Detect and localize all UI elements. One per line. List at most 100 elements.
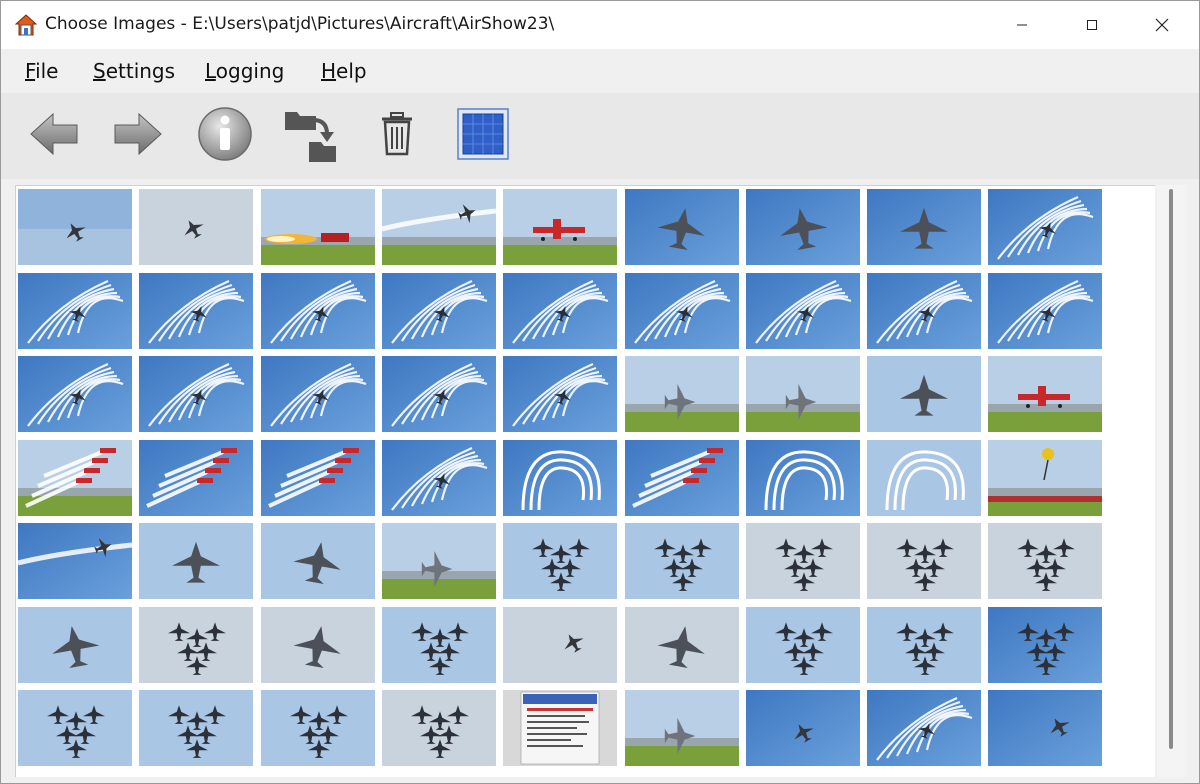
thumbnail-r5-c0[interactable]: [18, 606, 132, 683]
thumbnail-r4-c7[interactable]: [867, 523, 982, 599]
thumbnail-image: [381, 356, 496, 432]
thumbnail-image: [139, 690, 254, 766]
thumbnail-r5-c2[interactable]: [260, 606, 375, 683]
back-button[interactable]: [23, 99, 87, 169]
thumbnail-r0-c2[interactable]: [260, 189, 375, 265]
thumbnail-image: [624, 439, 739, 516]
thumbnail-r1-c3[interactable]: [381, 272, 496, 349]
thumbnail-image: [139, 523, 254, 599]
move-folder-button[interactable]: [279, 99, 343, 169]
thumbnail-image: [503, 606, 618, 683]
menu-logging-accel: L: [205, 59, 216, 83]
thumbnail-image: [624, 523, 739, 599]
thumbnail-r6-c0[interactable]: [18, 690, 132, 766]
thumbnail-r0-c1[interactable]: [139, 189, 254, 265]
thumbnail-r5-c8[interactable]: [988, 606, 1103, 683]
thumbnail-r3-c7[interactable]: [867, 439, 982, 516]
thumbnail-r3-c3[interactable]: [381, 439, 496, 516]
thumbnail-r6-c6[interactable]: [745, 690, 860, 766]
thumbnail-r6-c3[interactable]: [381, 690, 496, 766]
thumbnail-r6-c7[interactable]: [867, 690, 982, 766]
scrollbar-thumb[interactable]: [1169, 189, 1173, 749]
thumbnail-r0-c5[interactable]: [624, 189, 739, 265]
thumbnail-r2-c7[interactable]: [867, 356, 982, 432]
thumbnail-r1-c4[interactable]: [503, 272, 618, 349]
thumbnail-r1-c0[interactable]: [18, 272, 132, 349]
thumbnail-r1-c5[interactable]: [624, 272, 739, 349]
thumbnail-r6-c1[interactable]: [139, 690, 254, 766]
grid-view-button[interactable]: [451, 99, 515, 169]
thumbnail-r2-c3[interactable]: [381, 356, 496, 432]
thumbnail-r2-c4[interactable]: [503, 356, 618, 432]
thumbnail-r2-c5[interactable]: [624, 356, 739, 432]
maximize-icon: [1087, 20, 1097, 30]
thumbnail-r0-c8[interactable]: [988, 189, 1103, 265]
thumbnail-r6-c5[interactable]: [624, 690, 739, 766]
thumbnail-image: [988, 439, 1103, 516]
thumbnail-r2-c1[interactable]: [139, 356, 254, 432]
info-button[interactable]: [193, 99, 257, 169]
thumbnail-r0-c7[interactable]: [867, 189, 982, 265]
thumbnail-r4-c5[interactable]: [624, 523, 739, 599]
thumbnail-image: [988, 189, 1103, 265]
thumbnail-r6-c4[interactable]: [503, 690, 618, 766]
thumbnail-r2-c8[interactable]: [988, 356, 1103, 432]
thumbnail-r4-c4[interactable]: [503, 523, 618, 599]
thumbnail-r1-c8[interactable]: [988, 272, 1103, 349]
delete-button[interactable]: [365, 99, 429, 169]
thumbnail-image: [139, 189, 254, 265]
thumbnail-r4-c3[interactable]: [381, 523, 496, 599]
thumbnail-r4-c8[interactable]: [988, 523, 1103, 599]
back-arrow-icon: [30, 112, 78, 156]
thumbnail-r3-c4[interactable]: [503, 439, 618, 516]
thumbnail-r0-c0[interactable]: [18, 189, 132, 265]
move-folder-icon: [285, 112, 336, 162]
thumbnail-r5-c6[interactable]: [745, 606, 860, 683]
thumbnail-image: [745, 606, 860, 683]
thumbnail-r3-c6[interactable]: [745, 439, 860, 516]
thumbnail-image: [381, 439, 496, 516]
thumbnail-r3-c0[interactable]: [18, 439, 132, 516]
thumbnail-r5-c4[interactable]: [503, 606, 618, 683]
thumbnail-r0-c6[interactable]: [745, 189, 860, 265]
thumbnail-r5-c5[interactable]: [624, 606, 739, 683]
menu-settings-accel: S: [93, 59, 106, 83]
minimize-button[interactable]: [987, 1, 1057, 49]
thumbnail-r2-c0[interactable]: [18, 356, 132, 432]
thumbnail-r3-c1[interactable]: [139, 439, 254, 516]
menu-logging[interactable]: Logging: [205, 59, 284, 83]
thumbnail-r3-c5[interactable]: [624, 439, 739, 516]
thumbnail-r2-c6[interactable]: [745, 356, 860, 432]
forward-button[interactable]: [105, 99, 169, 169]
thumbnail-r0-c4[interactable]: [503, 189, 618, 265]
thumbnail-r5-c3[interactable]: [381, 606, 496, 683]
thumbnail-r1-c6[interactable]: [745, 272, 860, 349]
menu-settings[interactable]: Settings: [93, 59, 175, 83]
thumbnail-r3-c8[interactable]: [988, 439, 1103, 516]
thumbnail-r4-c6[interactable]: [745, 523, 860, 599]
menu-help-rest: elp: [336, 59, 367, 83]
thumbnail-r4-c2[interactable]: [260, 523, 375, 599]
menu-help[interactable]: Help: [321, 59, 367, 83]
thumbnail-image: [260, 523, 375, 599]
thumbnail-r3-c2[interactable]: [260, 439, 375, 516]
maximize-button[interactable]: [1057, 1, 1127, 49]
thumbnail-r2-c2[interactable]: [260, 356, 375, 432]
menu-file-accel: F: [25, 59, 36, 83]
thumbnail-image: [381, 272, 496, 349]
window-title: Choose Images - E:\Users\patjd\Pictures\…: [45, 14, 555, 34]
thumbnail-r5-c1[interactable]: [139, 606, 254, 683]
thumbnail-r0-c3[interactable]: [381, 189, 496, 265]
menu-file[interactable]: File: [25, 59, 58, 83]
vertical-scrollbar[interactable]: [1157, 185, 1187, 777]
thumbnail-r6-c8[interactable]: [988, 690, 1103, 766]
thumbnail-r5-c7[interactable]: [867, 606, 982, 683]
thumbnail-r1-c1[interactable]: [139, 272, 254, 349]
thumbnail-image: [18, 272, 132, 349]
close-button[interactable]: [1127, 1, 1197, 49]
thumbnail-r1-c2[interactable]: [260, 272, 375, 349]
thumbnail-r6-c2[interactable]: [260, 690, 375, 766]
thumbnail-r1-c7[interactable]: [867, 272, 982, 349]
thumbnail-r4-c1[interactable]: [139, 523, 254, 599]
thumbnail-r4-c0[interactable]: [18, 523, 132, 599]
